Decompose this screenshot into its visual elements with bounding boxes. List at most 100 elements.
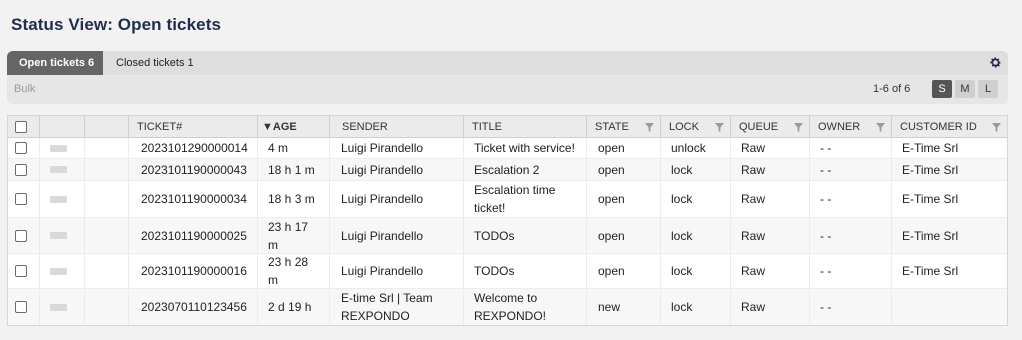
owner-cell: - -	[809, 254, 891, 288]
column-header-title[interactable]: TITLE	[463, 116, 586, 138]
row-checkbox[interactable]	[15, 142, 27, 154]
ticket-filter-panel: Open tickets 6 Closed tickets 1 Bulk 1-6 o…	[7, 51, 1008, 104]
size-medium-button[interactable]: M	[955, 80, 975, 98]
table-row[interactable]: 2023101290000014 4 m Luigi Pirandello Ti…	[8, 138, 1007, 159]
row-checkbox[interactable]	[15, 265, 27, 277]
owner-cell: - -	[809, 289, 891, 325]
table-header: TICKET# ▼AGE SENDER TITLE STATE LOCK QUE…	[8, 116, 1007, 138]
ticket-number-cell[interactable]: 2023101190000025	[128, 218, 257, 253]
table-row[interactable]: 2023101190000034 18 h 3 m Luigi Pirandel…	[8, 181, 1007, 218]
row-select-cell	[8, 218, 39, 253]
sort-desc-icon: ▼	[262, 121, 273, 133]
owner-cell: - -	[809, 218, 891, 253]
customer-id-cell: E-Time Srl	[891, 181, 1007, 217]
flags-cell	[84, 138, 128, 158]
title-cell[interactable]: Escalation 2	[463, 159, 586, 180]
queue-cell: Raw	[730, 138, 809, 158]
size-large-button[interactable]: L	[978, 80, 998, 98]
priority-cell	[39, 138, 84, 158]
queue-cell: Raw	[730, 181, 809, 217]
ticket-number-cell[interactable]: 2023101190000034	[128, 181, 257, 217]
column-header-sender[interactable]: SENDER	[329, 116, 463, 138]
state-cell: open	[586, 138, 660, 158]
ticket-number-cell[interactable]: 2023101290000014	[128, 138, 257, 158]
row-select-cell	[8, 159, 39, 180]
priority-cell	[39, 218, 84, 253]
lock-cell: lock	[660, 181, 730, 217]
filter-icon[interactable]	[645, 123, 654, 132]
priority-cell	[39, 289, 84, 325]
row-select-cell	[8, 254, 39, 288]
lock-cell: lock	[660, 254, 730, 288]
row-checkbox[interactable]	[15, 301, 27, 313]
table-row[interactable]: 2023070110123456 2 d 19 h E-time Srl | T…	[8, 289, 1007, 325]
state-cell: open	[586, 159, 660, 180]
tab-label: Open tickets	[19, 57, 86, 69]
age-cell: 23 h 28 m	[257, 254, 329, 288]
lock-cell: lock	[660, 218, 730, 253]
state-cell: new	[586, 289, 660, 325]
age-cell: 18 h 3 m	[257, 181, 329, 217]
queue-cell: Raw	[730, 289, 809, 325]
column-header-owner[interactable]: OWNER	[809, 116, 891, 138]
title-cell[interactable]: TODOs	[463, 254, 586, 288]
title-cell[interactable]: Escalation time ticket!	[463, 181, 586, 217]
age-cell: 18 h 1 m	[257, 159, 329, 180]
row-checkbox[interactable]	[15, 229, 27, 242]
flags-cell	[84, 289, 128, 325]
select-all-cell	[8, 116, 39, 138]
column-header-state[interactable]: STATE	[586, 116, 660, 138]
table-row[interactable]: 2023101190000043 18 h 1 m Luigi Pirandel…	[8, 159, 1007, 181]
lock-cell: lock	[660, 159, 730, 180]
title-cell[interactable]: Ticket with service!	[463, 138, 586, 158]
column-header-ticket[interactable]: TICKET#	[128, 116, 257, 138]
tab-closed-tickets[interactable]: Closed tickets 1	[104, 51, 206, 75]
age-cell: 23 h 17 m	[257, 218, 329, 253]
age-cell: 2 d 19 h	[257, 289, 329, 325]
table-row[interactable]: 2023101190000025 23 h 17 m Luigi Pirande…	[8, 218, 1007, 254]
tab-open-tickets[interactable]: Open tickets 6	[7, 51, 103, 75]
row-select-cell	[8, 138, 39, 158]
priority-cell	[39, 254, 84, 288]
row-checkbox[interactable]	[15, 163, 27, 176]
sender-cell: Luigi Pirandello	[329, 181, 463, 217]
gear-icon[interactable]	[989, 56, 1002, 69]
owner-cell: - -	[809, 181, 891, 217]
filter-icon[interactable]	[794, 123, 803, 132]
row-select-cell	[8, 289, 39, 325]
queue-cell: Raw	[730, 254, 809, 288]
pagination-info: 1-6 of 6	[873, 83, 911, 95]
column-header-customer-id[interactable]: CUSTOMER ID	[891, 116, 1007, 138]
tab-bar: Open tickets 6 Closed tickets 1	[7, 51, 1008, 75]
flags-header	[84, 116, 128, 138]
flags-cell	[84, 254, 128, 288]
filter-icon[interactable]	[992, 123, 1001, 132]
title-cell[interactable]: Welcome to REXPONDO!	[463, 289, 586, 325]
customer-id-cell: E-Time Srl	[891, 218, 1007, 253]
row-checkbox[interactable]	[15, 193, 27, 205]
customer-id-cell: E-Time Srl	[891, 159, 1007, 180]
priority-header	[39, 116, 84, 138]
priority-indicator	[50, 267, 67, 275]
filter-icon[interactable]	[876, 123, 885, 132]
select-all-checkbox[interactable]	[15, 121, 27, 133]
ticket-table: TICKET# ▼AGE SENDER TITLE STATE LOCK QUE…	[7, 115, 1008, 326]
ticket-number-cell[interactable]: 2023070110123456	[128, 289, 257, 325]
bulk-action-link[interactable]: Bulk	[14, 83, 35, 95]
ticket-number-cell[interactable]: 2023101190000016	[128, 254, 257, 288]
column-header-age[interactable]: ▼AGE	[257, 116, 329, 138]
filter-icon[interactable]	[715, 123, 724, 132]
table-row[interactable]: 2023101190000016 23 h 28 m Luigi Pirande…	[8, 254, 1007, 289]
ticket-number-cell[interactable]: 2023101190000043	[128, 159, 257, 180]
column-header-queue[interactable]: QUEUE	[730, 116, 809, 138]
column-header-lock[interactable]: LOCK	[660, 116, 730, 138]
sender-cell: E-time Srl | Team REXPONDO	[329, 289, 463, 325]
title-cell[interactable]: TODOs	[463, 218, 586, 253]
tab-count: 1	[187, 57, 194, 69]
priority-cell	[39, 181, 84, 217]
priority-indicator	[50, 166, 67, 173]
owner-cell: - -	[809, 138, 891, 158]
tab-label: Closed tickets	[116, 57, 185, 69]
age-cell: 4 m	[257, 138, 329, 158]
size-small-button[interactable]: S	[932, 80, 952, 98]
